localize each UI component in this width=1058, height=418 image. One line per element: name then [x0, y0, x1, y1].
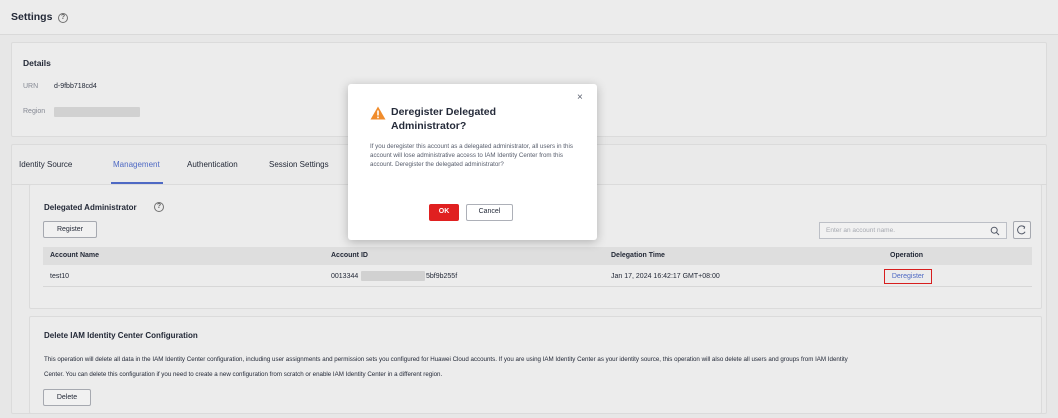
dialog-body: If you deregister this account as a dele… — [370, 143, 573, 168]
ok-button[interactable]: OK — [429, 204, 459, 221]
settings-page: Settings ? Details URN d-9fbb718cd4 Regi… — [0, 0, 1058, 418]
dialog-title: Deregister Delegated Administrator? — [391, 106, 497, 132]
close-icon[interactable]: × — [577, 92, 583, 103]
deregister-dialog: × Deregister Delegated Administrator? If… — [348, 84, 597, 240]
warning-icon — [370, 106, 386, 120]
cancel-button[interactable]: Cancel — [466, 204, 513, 221]
